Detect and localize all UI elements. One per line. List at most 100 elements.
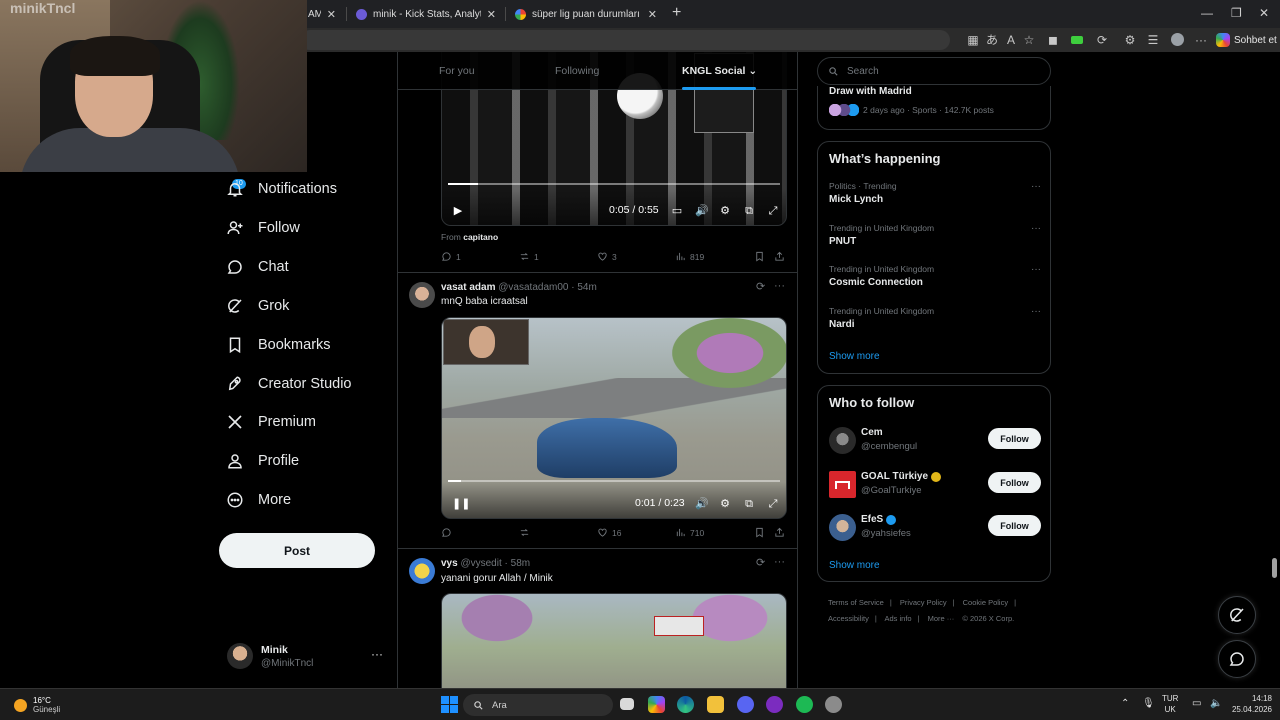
browser-tab-3[interactable]: süper lig puan durumları - Google ✕ — [507, 3, 665, 25]
settings-gear-icon[interactable]: ⚙ — [719, 498, 731, 510]
tweet-video[interactable]: ❚❚ 0:01 / 0:23 🔊 ⚙ ⧉ ⤢ — [441, 317, 787, 519]
views-button[interactable]: 819 — [675, 251, 704, 262]
read-aloud-icon[interactable]: A — [1004, 33, 1018, 47]
windows-start-icon[interactable] — [441, 696, 458, 713]
favorite-star-icon[interactable]: ☆ — [1022, 33, 1036, 47]
maximize-icon[interactable]: ❐ — [1231, 6, 1242, 20]
tweet-more-icon[interactable]: ··· — [774, 280, 785, 292]
fullscreen-icon[interactable]: ⤢ — [767, 498, 779, 510]
network-icon[interactable]: ▭ — [1192, 698, 1201, 709]
url-field[interactable] — [300, 30, 950, 50]
new-tab-plus-icon[interactable]: + — [672, 4, 681, 22]
nav-notifications[interactable]: Notifications — [226, 176, 337, 202]
views-button[interactable]: 710 — [675, 527, 704, 538]
volume-icon[interactable]: 🔊 — [695, 205, 709, 217]
apps-icon[interactable]: ▦ — [966, 33, 980, 47]
clock[interactable]: 14:18 25.04.2026 — [1228, 693, 1272, 715]
share-button[interactable] — [774, 251, 785, 262]
trend-item[interactable]: Trending in United Kingdom Cosmic Connec… — [829, 264, 1041, 296]
extension-icon[interactable]: ◼ — [1046, 33, 1060, 47]
translate-icon[interactable]: あ — [985, 33, 999, 47]
follow-button[interactable]: Follow — [988, 515, 1041, 536]
like-button[interactable]: 3 — [597, 251, 617, 262]
task-view-icon[interactable] — [620, 698, 634, 710]
avatar[interactable] — [409, 558, 435, 584]
minimize-icon[interactable]: — — [1201, 6, 1213, 20]
nav-bookmarks[interactable]: Bookmarks — [226, 332, 331, 358]
follow-suggestion[interactable]: Cem @cembengul Follow — [829, 425, 1041, 459]
author-handle[interactable]: @vysedit — [460, 558, 501, 569]
follow-button[interactable]: Follow — [988, 472, 1041, 493]
trend-more-icon[interactable]: ··· — [1031, 181, 1041, 192]
repost-button[interactable]: 1 — [519, 251, 539, 262]
messages-floating-button[interactable] — [1218, 640, 1256, 678]
extension-green-icon[interactable] — [1070, 33, 1084, 47]
post-button[interactable]: Post — [219, 533, 375, 568]
trend-more-icon[interactable]: ··· — [1031, 264, 1041, 275]
grok-floating-button[interactable] — [1218, 596, 1256, 634]
close-tab-icon[interactable]: ✕ — [648, 8, 657, 21]
volume-icon[interactable]: 🔈 — [1210, 698, 1222, 709]
copilot-chat-button[interactable]: Sohbet et — [1216, 31, 1277, 49]
avatar[interactable] — [409, 282, 435, 308]
follow-suggestion[interactable]: EfeS @yahsiefes Follow — [829, 512, 1041, 546]
tweet-more-icon[interactable]: ··· — [774, 556, 785, 568]
microphone-icon[interactable]: 🎙 — [1142, 698, 1155, 709]
settings-gear-icon[interactable]: ⚙ — [719, 205, 731, 217]
close-tab-icon[interactable]: ✕ — [327, 8, 336, 21]
refresh-extension-icon[interactable]: ⟳ — [1095, 33, 1109, 47]
scrollbar-thumb[interactable] — [1272, 558, 1277, 578]
weather-widget[interactable]: 16°C Güneşli — [14, 696, 60, 714]
bookmark-button[interactable] — [754, 251, 765, 262]
file-explorer-icon[interactable] — [707, 696, 724, 713]
grok-explain-icon[interactable]: ⟳ — [756, 556, 765, 569]
reply-button[interactable] — [441, 527, 456, 538]
steam-icon[interactable] — [825, 696, 842, 713]
trend-item[interactable]: Trending in United Kingdom Nardi ··· — [829, 306, 1041, 338]
video-progress-bar[interactable] — [448, 480, 780, 482]
author-name[interactable]: vasat adam — [441, 282, 495, 293]
repost-button[interactable] — [519, 527, 534, 538]
edge-browser-icon[interactable] — [677, 696, 694, 713]
trend-item[interactable]: Politics · Trending Mick Lynch ··· — [829, 181, 1041, 213]
keyboard-language[interactable]: TUR UK — [1162, 693, 1178, 715]
nav-grok[interactable]: Grok — [226, 293, 289, 319]
browser-menu-icon[interactable]: ··· — [1194, 33, 1208, 47]
show-more-link[interactable]: Show more — [829, 560, 880, 571]
close-window-icon[interactable]: ✕ — [1259, 6, 1269, 20]
fullscreen-icon[interactable]: ⤢ — [767, 205, 779, 217]
author-name[interactable]: vys — [441, 558, 458, 569]
tweet-video[interactable] — [441, 593, 787, 688]
nav-premium[interactable]: Premium — [226, 409, 316, 435]
nav-follow[interactable]: Follow — [226, 215, 300, 241]
nav-profile[interactable]: Profile — [226, 448, 299, 474]
browser-tab-2[interactable]: minik - Kick Stats, Analytics and C ✕ — [348, 3, 504, 25]
trend-title[interactable]: Draw with Madrid — [829, 86, 912, 97]
author-handle[interactable]: @vasatadam00 — [498, 282, 568, 293]
discord-icon[interactable] — [737, 696, 754, 713]
trend-more-icon[interactable]: ··· — [1031, 306, 1041, 317]
page-scrollbar[interactable] — [1270, 52, 1280, 688]
profile-avatar-icon[interactable] — [1170, 33, 1184, 47]
tab-following[interactable]: Following — [555, 65, 599, 77]
nav-chat[interactable]: Chat — [226, 254, 289, 280]
like-button[interactable]: 16 — [597, 527, 621, 538]
taskbar-search[interactable]: Ara — [463, 694, 613, 716]
play-icon[interactable]: ▶ — [452, 205, 464, 217]
account-more-icon[interactable]: ··· — [371, 647, 383, 661]
volume-icon[interactable]: 🔊 — [695, 498, 709, 510]
tab-kngl-social[interactable]: KNGL Social ⌄ — [682, 65, 757, 77]
nav-more[interactable]: More — [226, 487, 291, 513]
settings-extension-icon[interactable]: ⚙ — [1123, 33, 1137, 47]
footer-link[interactable]: Accessibility — [828, 614, 869, 623]
footer-link[interactable]: Ads info — [884, 614, 911, 623]
collections-icon[interactable]: ☰ — [1146, 33, 1160, 47]
nav-creator-studio[interactable]: Creator Studio — [226, 371, 352, 397]
follow-suggestion[interactable]: GOAL Türkiye @GoalTurkiye Follow — [829, 469, 1041, 503]
footer-link[interactable]: Cookie Policy — [963, 598, 1008, 607]
close-tab-icon[interactable]: ✕ — [487, 8, 496, 21]
pause-icon[interactable]: ❚❚ — [452, 498, 470, 510]
trend-item[interactable]: Trending in United Kingdom PNUT ··· — [829, 223, 1041, 255]
show-hidden-icons[interactable]: ⌃ — [1121, 698, 1129, 709]
bookmark-button[interactable] — [754, 527, 765, 538]
